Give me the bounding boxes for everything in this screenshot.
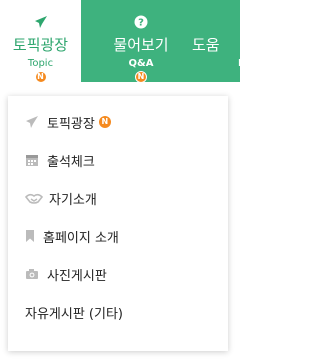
top-navbar: 토픽광장 Topic N ? 물어보기 Q&A N 도움 H <box>0 0 246 83</box>
menu-item-label: 자유게시판 (기타) <box>25 306 123 322</box>
tab-topic[interactable]: 토픽광장 Topic N <box>0 0 81 83</box>
tab-label: 도움 <box>192 36 220 54</box>
new-badge: N <box>135 71 147 83</box>
question-circle-icon: ? <box>134 14 148 33</box>
tab-sublabel: Q&A <box>128 58 154 69</box>
bookmark-icon <box>25 229 35 243</box>
menu-item-label: 자기소개 <box>49 192 97 208</box>
menu-item-introduction[interactable]: 자기소개 <box>8 180 228 216</box>
menu-item-free-board[interactable]: 자유게시판 (기타) <box>8 294 228 330</box>
menu-item-label: 홈페이지 소개 <box>43 230 119 246</box>
menu-item-homepage[interactable]: 홈페이지 소개 <box>8 218 228 254</box>
menu-item-attendance[interactable]: 출석체크 <box>8 142 228 178</box>
menu-item-photo[interactable]: 사진게시판 <box>8 256 228 292</box>
tab-sublabel: H <box>238 58 247 69</box>
menu-item-topic[interactable]: 토픽광장 N <box>8 104 228 140</box>
tab-sublabel: Topic <box>27 58 54 69</box>
tab-label: 물어보기 <box>113 36 169 54</box>
tab-help[interactable]: 도움 H <box>186 0 256 82</box>
paper-plane-icon <box>34 14 48 33</box>
paper-plane-icon <box>25 115 39 129</box>
topic-dropdown-menu: 토픽광장 N 출석체크 자기소개 홈페이지 소개 사진게시판 자유게시판 (기타… <box>8 96 228 351</box>
svg-text:?: ? <box>138 18 144 29</box>
tab-label: 토픽광장 <box>12 36 69 54</box>
new-badge: N <box>98 116 111 128</box>
menu-item-label: 토픽광장 <box>47 116 95 132</box>
camera-icon <box>25 267 39 281</box>
menu-item-label: 출석체크 <box>47 154 95 170</box>
new-badge: N <box>34 71 47 83</box>
tab-qna[interactable]: ? 물어보기 Q&A N <box>100 0 182 83</box>
calendar-icon <box>25 153 39 167</box>
handshake-icon <box>24 191 44 205</box>
menu-item-label: 사진게시판 <box>47 268 107 284</box>
